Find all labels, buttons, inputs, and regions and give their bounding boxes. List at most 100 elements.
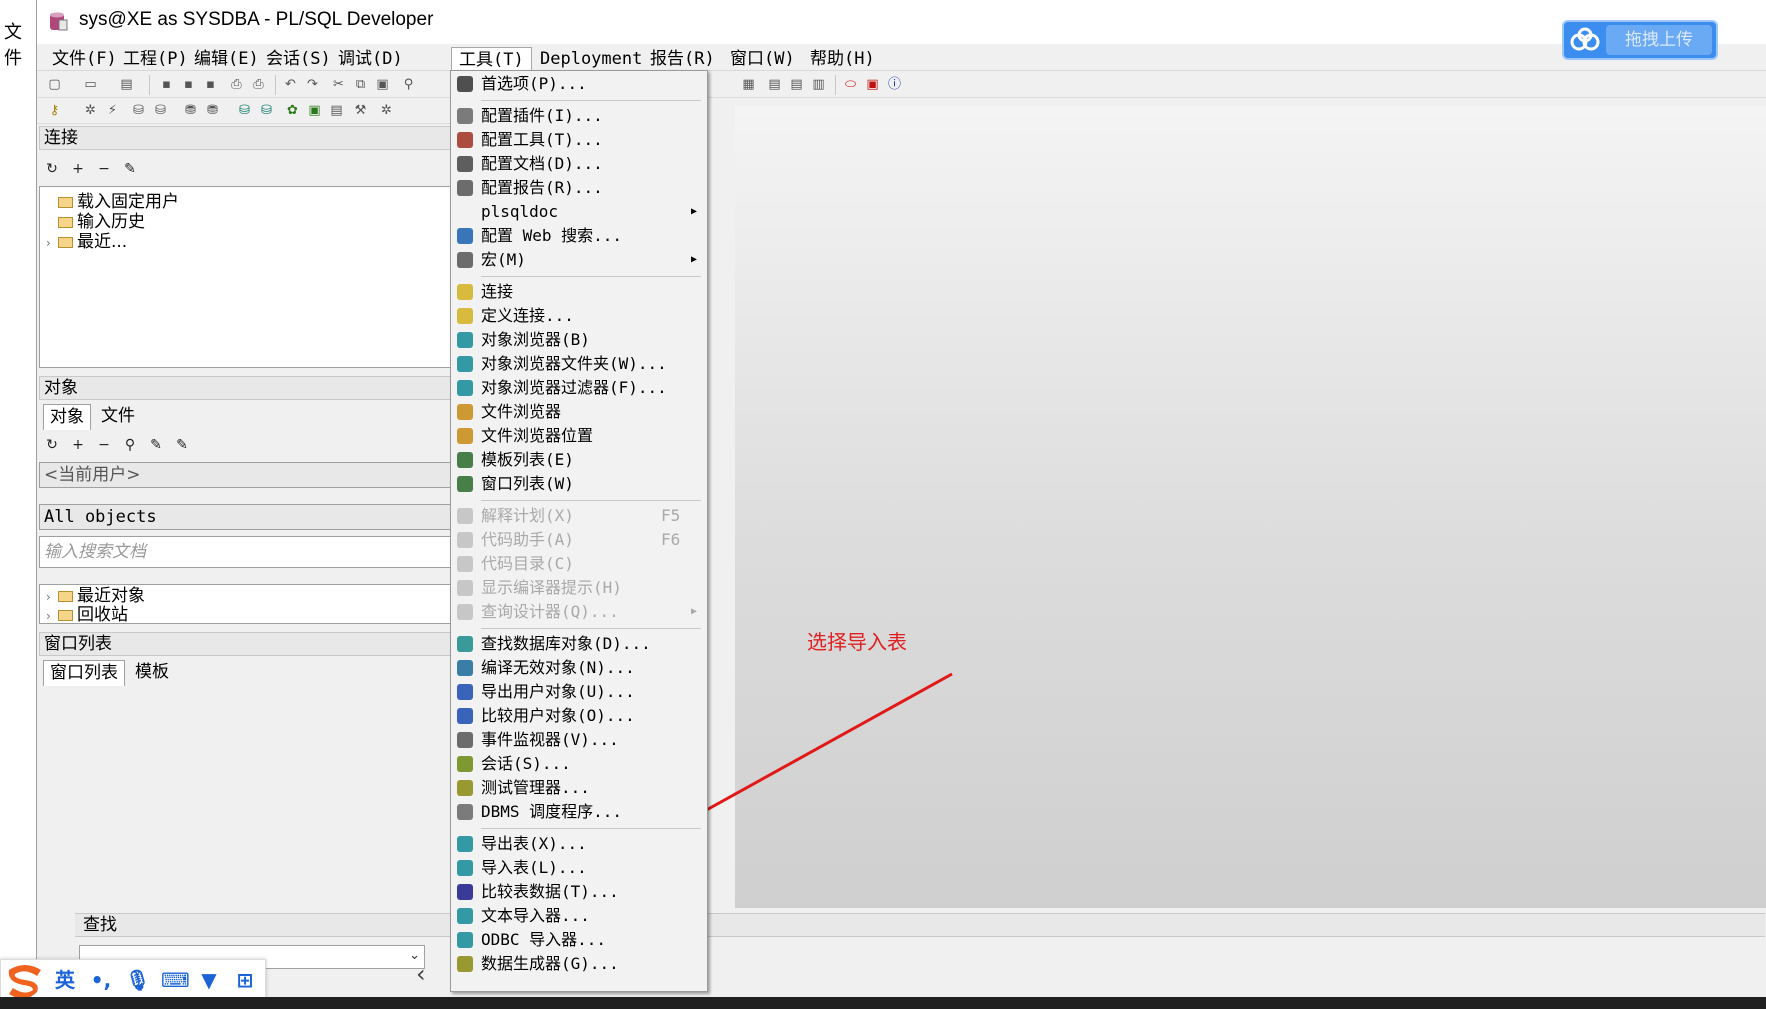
print-icon[interactable]: ⎙ <box>227 75 246 94</box>
tab-files[interactable]: 文件 <box>95 404 141 430</box>
menu-edit[interactable]: 编辑(E) <box>187 47 266 71</box>
test-icon[interactable]: ▣ <box>305 101 324 120</box>
menu-item-web-search[interactable]: 配置 Web 搜索... <box>453 225 705 247</box>
tab-objects[interactable]: 对象 <box>43 404 91 430</box>
keyboard-icon[interactable]: ⌨ <box>161 968 190 992</box>
menu-item-compare-table[interactable]: 比较表数据(T)... <box>453 881 705 903</box>
save-as-icon[interactable]: ▪ <box>179 75 198 94</box>
menu-item-plugin[interactable]: 配置插件(I)... <box>453 105 705 127</box>
new-icon[interactable]: ▢ <box>45 75 64 94</box>
run-icon[interactable]: ⚡ <box>103 101 122 120</box>
menu-tools[interactable]: 工具(T) <box>451 47 532 71</box>
refresh-icon[interactable]: ↻ <box>43 160 61 178</box>
filter-icon[interactable]: ✎ <box>147 436 165 454</box>
properties-icon[interactable]: ✎ <box>121 160 139 178</box>
wrench-icon[interactable]: ⚒ <box>351 101 370 120</box>
find-icon[interactable]: ⚲ <box>121 436 139 454</box>
menu-item-file-browser[interactable]: 文件浏览器 <box>453 401 705 423</box>
menu-item-scheduler[interactable]: DBMS 调度程序... <box>453 801 705 823</box>
menu-item-template[interactable]: 模板列表(E) <box>453 449 705 471</box>
ime-lang-label[interactable]: 英 <box>53 968 77 992</box>
tree-item-recycle-bin[interactable]: › 回收站 <box>46 606 128 624</box>
object-search-input[interactable]: 输入搜索文档 <box>39 536 459 568</box>
tile-vertical-icon[interactable]: ▥ <box>809 75 828 94</box>
menu-item-database[interactable]: 连接 <box>453 281 705 303</box>
microphone-icon[interactable]: 🎙︎ <box>125 968 150 992</box>
undo-icon[interactable]: ↶ <box>281 75 300 94</box>
menu-item-file-browser[interactable]: 文件浏览器位置 <box>453 425 705 447</box>
copy-icon[interactable]: ⧉ <box>351 75 370 94</box>
find-icon[interactable]: ⚲ <box>399 75 418 94</box>
redo-icon[interactable]: ↷ <box>303 75 322 94</box>
punctuation-icon[interactable]: •, <box>89 968 113 992</box>
session-icon[interactable]: ✿ <box>283 101 302 120</box>
remove-icon[interactable]: − <box>95 436 113 454</box>
menu-window[interactable]: 窗口(W) <box>723 47 802 71</box>
menu-item-event-monitor[interactable]: 事件监视器(V)... <box>453 729 705 751</box>
toolbox-icon[interactable]: ⊞ <box>233 968 257 992</box>
add-icon[interactable]: + <box>69 160 87 178</box>
info-icon[interactable]: ⓘ <box>885 75 904 94</box>
menu-item-wrench[interactable]: 首选项(P)... <box>453 73 705 95</box>
object-filter-select[interactable]: All objects <box>39 504 459 530</box>
sogou-logo-icon[interactable] <box>3 962 47 1000</box>
remove-icon[interactable]: − <box>95 160 113 178</box>
upload-widget[interactable]: 拖拽上传 <box>1562 20 1718 60</box>
settings-icon[interactable]: ✲ <box>81 101 100 120</box>
menu-item-window-list[interactable]: 窗口列表(W) <box>453 473 705 495</box>
key-icon[interactable]: ⚷ <box>45 101 64 120</box>
menu-item-compare-user[interactable]: 比较用户对象(O)... <box>453 705 705 727</box>
properties-icon[interactable]: ✎ <box>173 436 191 454</box>
report-icon[interactable]: ▤ <box>327 101 346 120</box>
tree-item-recent[interactable]: › 最近... <box>46 233 127 252</box>
tile-horizontal-icon[interactable]: ▤ <box>787 75 806 94</box>
menu-debug[interactable]: 调试(D) <box>331 47 410 71</box>
menu-item-database[interactable]: 定义连接... <box>453 305 705 327</box>
refresh-icon[interactable]: ↻ <box>43 436 61 454</box>
rollback-icon[interactable]: ⛁ <box>151 101 170 120</box>
menu-item-document[interactable]: 配置文档(D)... <box>453 153 705 175</box>
save-all-icon[interactable]: ▪ <box>201 75 220 94</box>
menu-help[interactable]: 帮助(H) <box>803 47 882 71</box>
tile-icon[interactable]: ▤ <box>765 75 784 94</box>
connect-icon[interactable]: ⛁ <box>235 101 254 120</box>
menu-item-odbc-import[interactable]: ODBC 导入器... <box>453 929 705 951</box>
add-icon[interactable]: + <box>69 436 87 454</box>
image-icon[interactable]: ▦ <box>739 75 758 94</box>
chevron-left-icon[interactable]: ‹ <box>416 960 426 988</box>
menu-item-export-table[interactable]: 导出表(X)... <box>453 833 705 855</box>
tab-window-list[interactable]: 窗口列表 <box>43 660 125 686</box>
user-select[interactable]: <当前用户> <box>39 462 459 488</box>
menu-item-object-browser[interactable]: 对象浏览器文件夹(W)... <box>453 353 705 375</box>
menu-deployment[interactable]: Deployment <box>533 47 649 71</box>
menu-item-find-db[interactable]: 查找数据库对象(D)... <box>453 633 705 655</box>
menu-session[interactable]: 会话(S) <box>259 47 338 71</box>
cut-icon[interactable]: ✂ <box>329 75 348 94</box>
print-setup-icon[interactable]: ▤ <box>117 75 136 94</box>
menu-item-object-browser[interactable]: 对象浏览器(B) <box>453 329 705 351</box>
skin-icon[interactable]: ▼ <box>197 968 221 992</box>
menu-item-tools[interactable]: 配置工具(T)... <box>453 129 705 151</box>
open-icon[interactable]: ▭ <box>81 75 100 94</box>
menu-item-report[interactable]: 配置报告(R)... <box>453 177 705 199</box>
oracle-icon[interactable]: ⬭ <box>841 75 860 94</box>
menu-item-object-browser[interactable]: 对象浏览器过滤器(F)... <box>453 377 705 399</box>
tree-item-recent-objects[interactable]: › 最近对象 <box>46 587 145 606</box>
disconnect-icon[interactable]: ⛁ <box>257 101 276 120</box>
menu-file[interactable]: 文件(F) <box>45 47 124 71</box>
plugin-icon[interactable]: ✲ <box>377 101 396 120</box>
db-icon[interactable]: ⛃ <box>181 101 200 120</box>
menu-item-data-generator[interactable]: 数据生成器(G)... <box>453 953 705 975</box>
tab-templates[interactable]: 模板 <box>129 660 175 686</box>
sql-icon[interactable]: ⛃ <box>203 101 222 120</box>
commit-icon[interactable]: ⛁ <box>129 101 148 120</box>
menu-item-session[interactable]: 会话(S)... <box>453 753 705 775</box>
paste-icon[interactable]: ▣ <box>373 75 392 94</box>
tree-item-fixed-users[interactable]: 载入固定用户 <box>46 193 179 212</box>
menu-item-import-table[interactable]: 导入表(L)... <box>453 857 705 879</box>
menu-item-test-manager[interactable]: 测试管理器... <box>453 777 705 799</box>
menu-item-compile[interactable]: 编译无效对象(N)... <box>453 657 705 679</box>
menu-item-text-import[interactable]: 文本导入器... <box>453 905 705 927</box>
print-preview-icon[interactable]: ⎙ <box>249 75 268 94</box>
pdf-icon[interactable]: ▣ <box>863 75 882 94</box>
